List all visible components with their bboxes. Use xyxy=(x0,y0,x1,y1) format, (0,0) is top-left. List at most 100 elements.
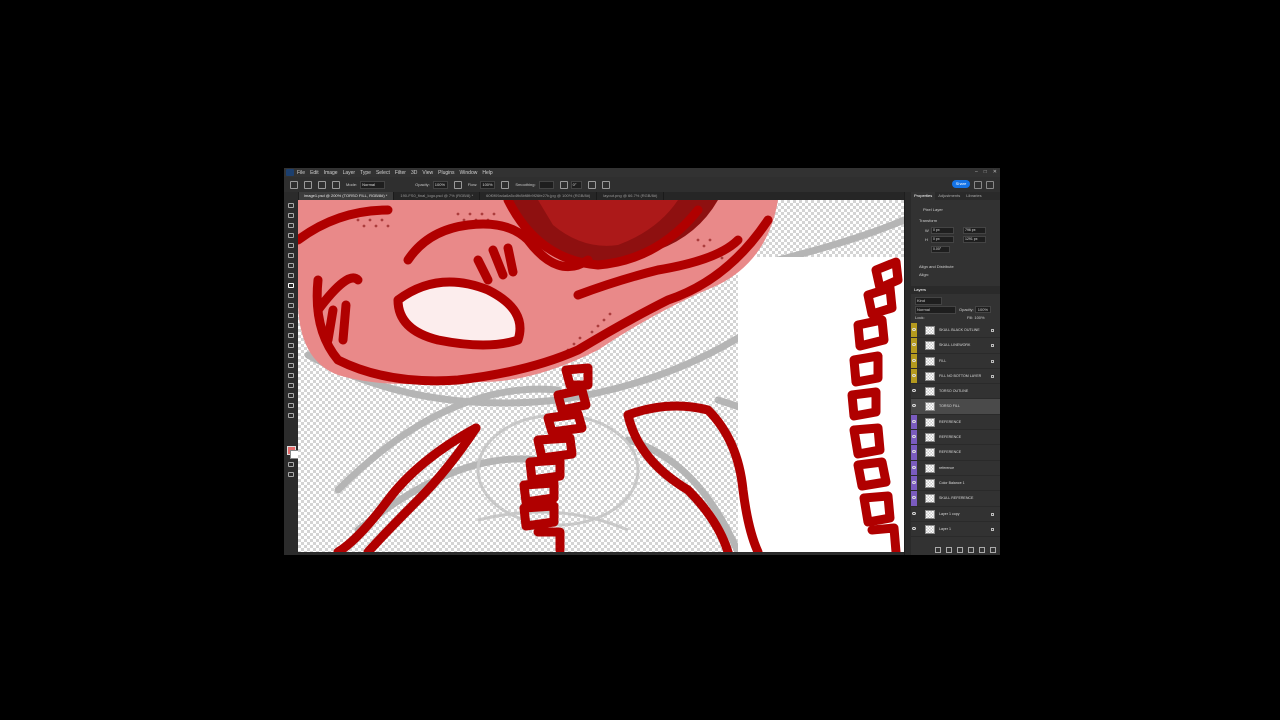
layer-row[interactable]: REFERENCE xyxy=(911,430,1000,446)
workspace-icon[interactable] xyxy=(986,181,994,189)
layer-row[interactable]: Layer 1 copy xyxy=(911,507,1000,522)
menu-plugins[interactable]: Plugins xyxy=(438,170,454,176)
maximize-icon[interactable]: □ xyxy=(984,169,987,175)
menu-image[interactable]: Image xyxy=(324,170,338,176)
brush-preset-icon[interactable] xyxy=(318,180,326,189)
menu-select[interactable]: Select xyxy=(376,170,390,176)
link-layers-icon[interactable] xyxy=(935,547,941,553)
layer-row[interactable]: REFERENCE xyxy=(911,414,1000,431)
angle-field[interactable]: 0° xyxy=(570,180,582,189)
gradient-tool-icon[interactable] xyxy=(288,323,294,328)
move-tool-icon[interactable] xyxy=(288,203,294,208)
tab-properties[interactable]: Properties xyxy=(911,192,936,200)
smoothing-options-icon[interactable] xyxy=(559,180,568,189)
airbrush-icon[interactable] xyxy=(501,180,510,189)
layer-row[interactable]: TORSO FILL xyxy=(911,399,1000,415)
zoom-tool-icon[interactable] xyxy=(288,403,294,408)
layer-row[interactable]: FILL NO BOTTOM LAYER xyxy=(911,368,1000,385)
layer-row[interactable]: SKULL REFERENCE xyxy=(911,491,1000,507)
marquee-tool-icon[interactable] xyxy=(288,213,294,218)
more-tools-icon[interactable] xyxy=(288,413,294,418)
menu-type[interactable]: Type xyxy=(360,170,371,176)
width-field[interactable]: 0 px xyxy=(931,227,954,234)
layer-row[interactable]: REFERENCE xyxy=(911,445,1000,461)
y-field[interactable]: 1291 px xyxy=(963,236,986,243)
tab-libraries[interactable]: Libraries xyxy=(963,192,984,200)
new-layer-icon[interactable] xyxy=(990,547,996,553)
visibility-eye-icon[interactable] xyxy=(912,465,916,469)
symmetry-icon[interactable] xyxy=(601,180,610,189)
visibility-eye-icon[interactable] xyxy=(912,419,916,423)
lasso-tool-icon[interactable] xyxy=(288,223,294,228)
layer-row[interactable]: Layer 1 xyxy=(911,522,1000,538)
quick-select-tool-icon[interactable] xyxy=(288,233,294,238)
brush-tool-icon[interactable] xyxy=(288,283,294,288)
screen-mode-icon[interactable] xyxy=(288,472,294,477)
visibility-eye-icon[interactable] xyxy=(912,373,916,377)
layers-panel-title[interactable]: Layers xyxy=(911,286,1000,294)
layer-style-icon[interactable] xyxy=(946,547,952,553)
layer-row[interactable]: FILL xyxy=(911,353,1000,369)
new-group-icon[interactable] xyxy=(979,547,985,553)
menu-edit[interactable]: Edit xyxy=(310,170,319,176)
angle-field[interactable]: 0.00° xyxy=(931,246,950,253)
clone-stamp-tool-icon[interactable] xyxy=(288,293,294,298)
pressure-opacity-icon[interactable] xyxy=(453,180,462,189)
eraser-tool-icon[interactable] xyxy=(288,313,294,318)
quick-mask-icon[interactable] xyxy=(288,462,294,467)
visibility-eye-icon[interactable] xyxy=(912,526,916,530)
tab-adjustments[interactable]: Adjustments xyxy=(935,192,963,200)
layer-row[interactable]: TORSO OUTLINE xyxy=(911,384,1000,400)
blur-tool-icon[interactable] xyxy=(288,333,294,338)
document-canvas[interactable] xyxy=(298,200,904,552)
brush-tool-icon[interactable] xyxy=(304,180,312,189)
tab-logo[interactable]: 190-FS0_final_logo.psd @ 7% (RGB/8) * xyxy=(394,192,481,200)
visibility-eye-icon[interactable] xyxy=(912,511,916,515)
minimize-icon[interactable]: – xyxy=(975,169,978,175)
layer-opacity-field[interactable]: 100% xyxy=(974,306,992,313)
layer-row[interactable]: reference xyxy=(911,460,1000,476)
menu-help[interactable]: Help xyxy=(482,170,492,176)
tab-layout[interactable]: layout.png @ 66.7% (RGB/8#) xyxy=(597,192,665,200)
height-field[interactable]: 0 px xyxy=(931,236,954,243)
dodge-tool-icon[interactable] xyxy=(288,343,294,348)
pen-tool-icon[interactable] xyxy=(288,353,294,358)
x-field[interactable]: 796 px xyxy=(963,227,986,234)
share-button[interactable]: Share xyxy=(952,180,970,188)
visibility-eye-icon[interactable] xyxy=(912,480,916,484)
blend-mode-select[interactable]: Normal xyxy=(915,306,956,314)
add-mask-icon[interactable] xyxy=(957,547,963,553)
layer-row[interactable]: SKULL LINEWORK xyxy=(911,338,1000,354)
tab-reference-jpg[interactable]: 60f0f09a4a6a5c4fb8bf8fb9f26fe27b.jpg @ 1… xyxy=(480,192,598,200)
eyedropper-tool-icon[interactable] xyxy=(288,263,294,268)
menu-file[interactable]: File xyxy=(297,170,305,176)
close-icon[interactable]: ✕ xyxy=(993,169,997,175)
frame-tool-icon[interactable] xyxy=(288,253,294,258)
history-brush-tool-icon[interactable] xyxy=(288,303,294,308)
layer-row[interactable]: Color Balance 1 xyxy=(911,475,1000,492)
crop-tool-icon[interactable] xyxy=(288,243,294,248)
path-select-tool-icon[interactable] xyxy=(288,373,294,378)
adjustment-layer-icon[interactable] xyxy=(968,547,974,553)
mode-select[interactable]: Normal xyxy=(360,180,386,189)
flow-field[interactable]: 100% xyxy=(480,180,496,189)
tab-image1[interactable]: image1.psd @ 200% (TORSO FILL, RGB/8#) * xyxy=(298,192,395,200)
visibility-eye-icon[interactable] xyxy=(912,328,916,331)
layer-filter-select[interactable]: Kind xyxy=(915,297,942,305)
home-icon[interactable] xyxy=(290,180,298,189)
menu-layer[interactable]: Layer xyxy=(343,170,356,176)
fill-field[interactable]: 100% xyxy=(974,315,984,320)
menu-3d[interactable]: 3D xyxy=(411,170,417,176)
opacity-field[interactable]: 100% xyxy=(432,180,448,189)
brush-settings-icon[interactable] xyxy=(332,180,340,189)
menu-window[interactable]: Window xyxy=(460,170,478,176)
smoothing-field[interactable] xyxy=(538,180,554,189)
rectangle-tool-icon[interactable] xyxy=(288,383,294,388)
menu-view[interactable]: View xyxy=(422,170,433,176)
pressure-size-icon[interactable] xyxy=(587,180,596,189)
menu-filter[interactable]: Filter xyxy=(395,170,406,176)
layer-row[interactable]: SKULL BLACK OUTLINE xyxy=(911,323,1000,339)
hand-tool-icon[interactable] xyxy=(288,393,294,398)
search-icon[interactable] xyxy=(974,181,982,189)
healing-brush-tool-icon[interactable] xyxy=(288,273,294,278)
